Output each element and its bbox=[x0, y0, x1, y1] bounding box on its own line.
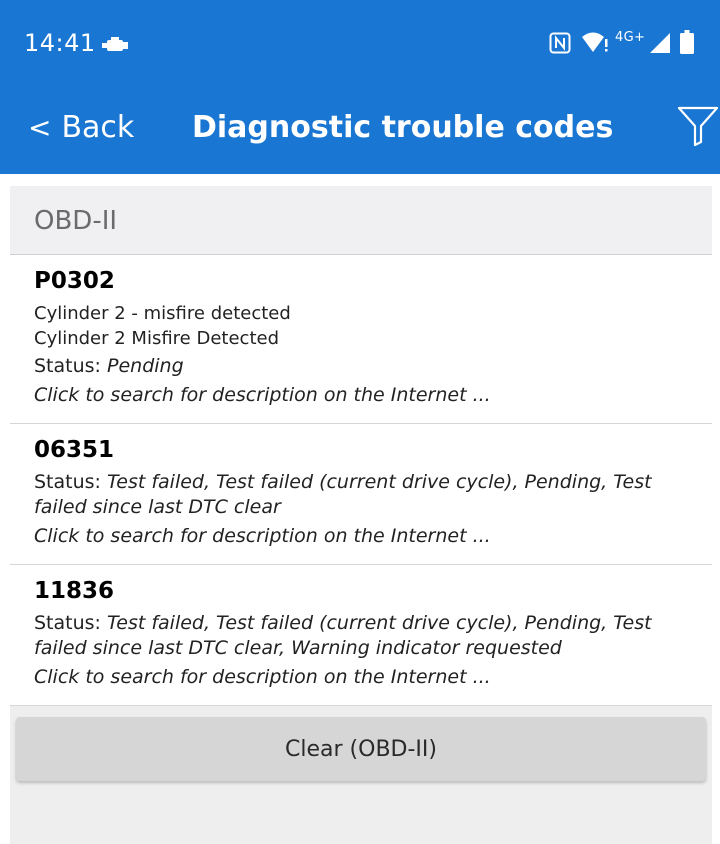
app-screen: 14:41 4G+ < Back Diagnostic trouble code… bbox=[0, 0, 720, 844]
signal-icon bbox=[650, 33, 670, 53]
dtc-status-value: Test failed, Test failed (current drive … bbox=[34, 612, 652, 659]
status-bar: 14:41 4G+ bbox=[0, 0, 720, 88]
app-header: 14:41 4G+ < Back Diagnostic trouble code… bbox=[0, 0, 720, 174]
network-type-label: 4G+ bbox=[615, 30, 646, 45]
nfc-icon bbox=[549, 32, 571, 54]
dtc-status-value: Pending bbox=[107, 355, 184, 377]
dtc-item[interactable]: P0302 Cylinder 2 - misfire detected Cyli… bbox=[10, 255, 712, 424]
dtc-search-link[interactable]: Click to search for description on the I… bbox=[34, 665, 688, 690]
section-header: OBD-II bbox=[10, 186, 712, 255]
dtc-list: P0302 Cylinder 2 - misfire detected Cyli… bbox=[10, 255, 712, 706]
dtc-status-value: Test failed, Test failed (current drive … bbox=[34, 471, 652, 518]
dtc-search-link[interactable]: Click to search for description on the I… bbox=[34, 524, 688, 549]
back-button[interactable]: < Back bbox=[28, 108, 134, 148]
clear-codes-button[interactable]: Clear (OBD-II) bbox=[16, 717, 706, 781]
wifi-icon bbox=[582, 32, 608, 52]
engine-icon bbox=[102, 37, 128, 51]
dtc-content: OBD-II P0302 Cylinder 2 - misfire detect… bbox=[10, 186, 712, 844]
dtc-item[interactable]: 06351 Status: Test failed, Test failed (… bbox=[10, 424, 712, 565]
dtc-item[interactable]: 11836 Status: Test failed, Test failed (… bbox=[10, 565, 712, 706]
dtc-status: Status: Test failed, Test failed (curren… bbox=[34, 470, 688, 520]
back-button-label: Back bbox=[61, 110, 135, 145]
dtc-status-label: Status: bbox=[34, 355, 101, 377]
dtc-code: P0302 bbox=[34, 268, 115, 294]
filter-icon[interactable] bbox=[676, 104, 720, 148]
clear-button-container: Clear (OBD-II) bbox=[10, 706, 712, 781]
dtc-description: Cylinder 2 Misfire Detected bbox=[34, 328, 279, 349]
dtc-description: Cylinder 2 - misfire detected bbox=[34, 303, 291, 324]
page-title: Diagnostic trouble codes bbox=[192, 110, 614, 145]
dtc-search-link[interactable]: Click to search for description on the I… bbox=[34, 383, 688, 408]
dtc-status: Status: Pending bbox=[34, 354, 688, 379]
status-time: 14:41 bbox=[24, 29, 96, 57]
battery-icon bbox=[680, 30, 694, 54]
dtc-status: Status: Test failed, Test failed (curren… bbox=[34, 611, 688, 661]
dtc-status-label: Status: bbox=[34, 612, 101, 634]
dtc-code: 11836 bbox=[34, 578, 115, 604]
toolbar: < Back Diagnostic trouble codes bbox=[0, 88, 720, 174]
dtc-code: 06351 bbox=[34, 437, 115, 463]
chevron-left-icon: < bbox=[28, 111, 52, 144]
dtc-status-label: Status: bbox=[34, 471, 101, 493]
